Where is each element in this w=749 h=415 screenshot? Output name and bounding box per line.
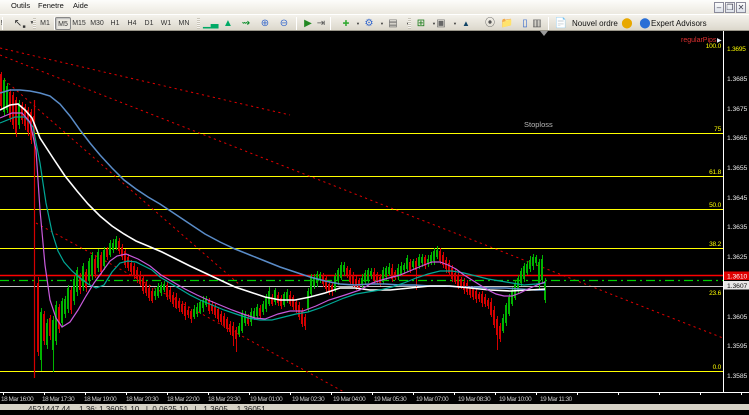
svg-text:19 Mar 05:30: 19 Mar 05:30 (374, 396, 407, 403)
svg-text:19 Mar 08:30: 19 Mar 08:30 (458, 396, 491, 403)
svg-text:0.0: 0.0 (713, 364, 722, 371)
svg-text:Stoploss: Stoploss (524, 120, 553, 129)
svg-text:18 Mar 22:00: 18 Mar 22:00 (167, 396, 200, 403)
svg-text:1.3605: 1.3605 (727, 314, 748, 321)
svg-text:100.0: 100.0 (706, 43, 722, 50)
svg-text:19 Mar 11:30: 19 Mar 11:30 (540, 396, 573, 403)
svg-text:1.3635: 1.3635 (727, 224, 748, 231)
svg-text:1.3585: 1.3585 (727, 373, 748, 380)
svg-text:1.3675: 1.3675 (727, 106, 748, 113)
svg-text:1.3607: 1.3607 (727, 283, 748, 290)
svg-text:1.3610: 1.3610 (727, 274, 748, 281)
svg-text:75: 75 (714, 126, 721, 133)
svg-text:19 Mar 04:00: 19 Mar 04:00 (333, 396, 366, 403)
svg-text:18 Mar 17:30: 18 Mar 17:30 (42, 396, 75, 403)
svg-text:1.3595: 1.3595 (727, 343, 748, 350)
svg-text:18 Mar 16:00: 18 Mar 16:00 (1, 396, 34, 403)
svg-text:▶: ▶ (717, 38, 722, 44)
svg-text:38.2: 38.2 (709, 241, 721, 248)
svg-text:18 Mar 23:30: 18 Mar 23:30 (208, 396, 241, 403)
svg-text:regularPips: regularPips (681, 37, 717, 44)
svg-text:18 Mar 20:30: 18 Mar 20:30 (126, 396, 159, 403)
svg-text:50.0: 50.0 (709, 202, 721, 209)
svg-text:1.3695: 1.3695 (727, 46, 746, 53)
svg-text:19 Mar 10:00: 19 Mar 10:00 (499, 396, 532, 403)
svg-text:23.6: 23.6 (709, 290, 721, 297)
svg-text:61.8: 61.8 (709, 169, 721, 176)
svg-text:18 Mar 19:00: 18 Mar 19:00 (84, 396, 117, 403)
svg-text:1.3625: 1.3625 (727, 254, 748, 261)
svg-text:19 Mar 02:30: 19 Mar 02:30 (292, 396, 325, 403)
svg-text:19 Mar 07:00: 19 Mar 07:00 (416, 396, 449, 403)
svg-text:1.3665: 1.3665 (727, 135, 748, 142)
svg-text:1.3655: 1.3655 (727, 165, 748, 172)
svg-text:19 Mar 01:00: 19 Mar 01:00 (250, 396, 283, 403)
svg-text:1.3645: 1.3645 (727, 195, 748, 202)
svg-text:1.3685: 1.3685 (727, 76, 748, 83)
